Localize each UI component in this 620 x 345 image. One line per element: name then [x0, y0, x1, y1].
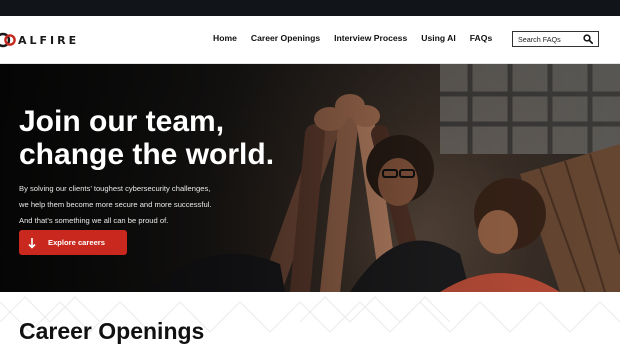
- nav-home[interactable]: Home: [213, 33, 237, 43]
- hero-overlay: [0, 64, 620, 292]
- hero-heading-line-2: change the world.: [19, 138, 275, 171]
- hero-banner: Join our team, change the world. By solv…: [0, 64, 620, 292]
- career-openings-heading: Career Openings: [19, 318, 205, 344]
- coalfire-logo[interactable]: ALFIRE: [0, 31, 79, 49]
- site-header: ALFIRE Home Career Openings Interview Pr…: [0, 16, 620, 64]
- logo-mark-icon: [0, 32, 16, 48]
- nav-faqs[interactable]: FAQs: [470, 33, 492, 43]
- arrow-down-icon: [28, 237, 36, 249]
- hero-description: By solving our clients’ toughest cyberse…: [19, 181, 249, 229]
- logo-text: ALFIRE: [18, 33, 80, 47]
- search-box: [512, 31, 599, 47]
- nav-career-openings[interactable]: Career Openings: [251, 33, 320, 43]
- nav-using-ai[interactable]: Using AI: [421, 33, 456, 43]
- search-input[interactable]: [518, 34, 580, 44]
- hero-description-line-2: we help them become more secure and more…: [19, 200, 212, 209]
- hero-description-line-1: By solving our clients’ toughest cyberse…: [19, 184, 211, 193]
- top-utility-bar: [0, 0, 620, 16]
- hero-description-line-3: And that’s something we all can be proud…: [19, 216, 169, 225]
- hero-heading-line-1: Join our team,: [19, 105, 225, 138]
- hero-heading: Join our team, change the world.: [19, 105, 319, 171]
- main-nav: Home Career Openings Interview Process U…: [213, 33, 492, 43]
- nav-interview-process[interactable]: Interview Process: [334, 33, 407, 43]
- explore-careers-button[interactable]: Explore careers: [19, 230, 127, 255]
- explore-careers-label: Explore careers: [48, 238, 105, 247]
- search-icon[interactable]: [583, 34, 593, 44]
